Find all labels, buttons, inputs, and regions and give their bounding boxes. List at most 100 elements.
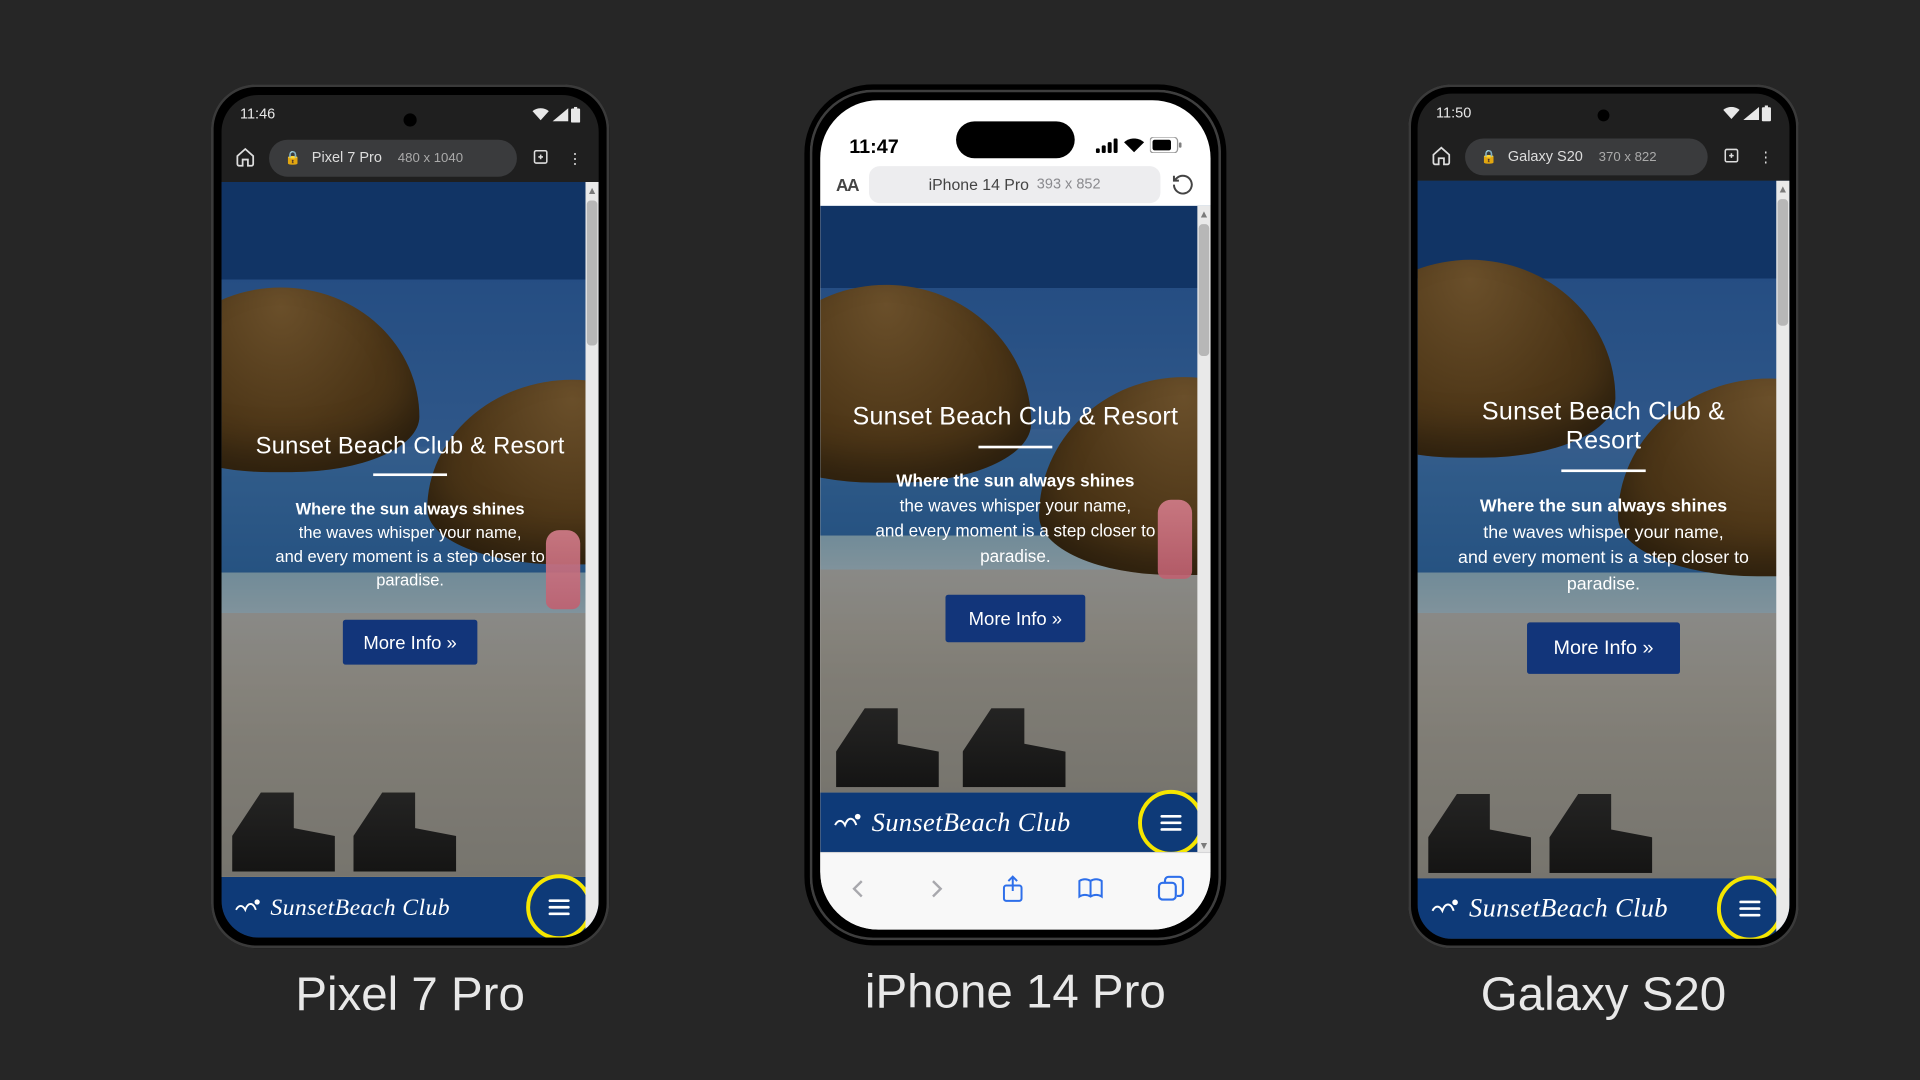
- wifi-icon: [1722, 107, 1740, 120]
- scroll-up-icon[interactable]: ▲: [1197, 206, 1210, 222]
- chair-graphic: [836, 708, 939, 787]
- scrollbar[interactable]: ▲ ▼: [1197, 206, 1210, 853]
- wave-icon: [833, 808, 865, 838]
- cellular-icon: [1743, 107, 1759, 120]
- device-caption: iPhone 14 Pro: [804, 964, 1226, 1019]
- wave-icon: [1431, 893, 1463, 923]
- scroll-up-icon[interactable]: ▲: [1776, 181, 1789, 197]
- reload-icon[interactable]: [1171, 173, 1195, 197]
- share-icon[interactable]: [1000, 874, 1026, 910]
- web-viewport[interactable]: Sunset Beach Club & Resort Where the sun…: [820, 206, 1210, 853]
- scroll-thumb[interactable]: [1199, 224, 1210, 356]
- scroll-down-icon[interactable]: ▼: [1197, 837, 1210, 853]
- device-frame: 11:50 🔒 Galaxy S20 370 x 822: [1408, 84, 1798, 948]
- site-logo[interactable]: SunsetBeach Club: [1431, 893, 1668, 923]
- web-viewport[interactable]: Sunset Beach Club & Resort Where the sun…: [1418, 181, 1790, 939]
- hero-section: Sunset Beach Club & Resort Where the sun…: [1418, 181, 1790, 879]
- hamburger-menu-button[interactable]: [1724, 882, 1777, 935]
- wifi-icon: [531, 108, 549, 121]
- front-camera-icon: [1598, 109, 1610, 121]
- hero-divider: [373, 473, 447, 476]
- battery-icon: [1762, 105, 1771, 121]
- hero-section: Sunset Beach Club & Resort Where the sun…: [820, 206, 1210, 793]
- web-viewport[interactable]: Sunset Beach Club & Resort Where the sun…: [222, 182, 599, 938]
- status-time: 11:46: [240, 107, 275, 123]
- hero-text: Sunset Beach Club & Resort Where the sun…: [222, 433, 599, 664]
- forward-icon[interactable]: [923, 875, 949, 908]
- address-text: iPhone 14 Pro: [929, 175, 1029, 193]
- web-page: Sunset Beach Club & Resort Where the sun…: [222, 182, 599, 938]
- device-frame: 11:46 🔒 Pixel 7 Pro 480 x 1040: [211, 84, 609, 948]
- scroll-thumb[interactable]: [1778, 199, 1789, 326]
- chair-graphic: [232, 793, 335, 872]
- site-bottom-bar: SunsetBeach Club: [1418, 878, 1790, 939]
- battery-icon: [1150, 136, 1182, 158]
- address-text: Pixel 7 Pro: [312, 150, 382, 166]
- device-screen: 11:47 AA iPhone 14 Pro 393 x 852: [820, 100, 1210, 929]
- cellular-icon: [1096, 136, 1118, 158]
- hero-tagline: Where the sun always shines the waves wh…: [245, 497, 575, 593]
- site-logo[interactable]: SunsetBeach Club: [235, 893, 450, 921]
- logo-text: SunsetBeach Club: [270, 893, 450, 921]
- text-size-icon[interactable]: AA: [836, 175, 858, 195]
- site-bottom-bar: SunsetBeach Club: [222, 877, 599, 938]
- menu-button-wrap: [533, 881, 586, 934]
- hero-title: Sunset Beach Club & Resort: [844, 404, 1187, 433]
- address-field[interactable]: 🔒 Galaxy S20 370 x 822: [1465, 138, 1708, 175]
- scroll-down-icon[interactable]: ▼: [585, 922, 598, 938]
- scroll-down-icon[interactable]: ▼: [1776, 923, 1789, 939]
- device-frame: 11:47 AA iPhone 14 Pro 393 x 852: [804, 84, 1226, 945]
- menu-button-wrap: [1145, 796, 1198, 849]
- web-page: Sunset Beach Club & Resort Where the sun…: [1418, 181, 1790, 939]
- status-icons: [531, 107, 580, 123]
- device-screen: 11:50 🔒 Galaxy S20 370 x 822: [1418, 94, 1790, 939]
- tabs-icon[interactable]: [1156, 875, 1185, 908]
- hero-title: Sunset Beach Club & Resort: [1441, 398, 1765, 456]
- hamburger-menu-button[interactable]: [1145, 796, 1198, 849]
- scrollbar[interactable]: ▲ ▼: [1776, 181, 1789, 939]
- chrome-url-bar: 🔒 Galaxy S20 370 x 822 ⋮: [1418, 133, 1790, 180]
- new-tab-icon[interactable]: [1721, 146, 1742, 168]
- lock-icon: 🔒: [1481, 150, 1497, 165]
- address-dimensions: 480 x 1040: [398, 151, 463, 166]
- front-camera-icon: [404, 113, 417, 126]
- battery-icon: [571, 107, 580, 123]
- home-icon[interactable]: [1431, 144, 1452, 169]
- hero-divider: [1561, 469, 1645, 472]
- device-pixel7pro: 11:46 🔒 Pixel 7 Pro 480 x 1040: [211, 84, 609, 1022]
- kebab-menu-icon[interactable]: ⋮: [564, 150, 585, 167]
- chair-graphic: [1428, 794, 1531, 873]
- new-tab-icon[interactable]: [530, 147, 551, 169]
- hero-tagline: Where the sun always shines the waves wh…: [844, 469, 1187, 568]
- home-icon[interactable]: [235, 146, 256, 171]
- hero-text: Sunset Beach Club & Resort Where the sun…: [1418, 398, 1790, 674]
- bookmarks-icon[interactable]: [1077, 875, 1106, 908]
- web-page: Sunset Beach Club & Resort Where the sun…: [820, 206, 1210, 853]
- more-info-button[interactable]: More Info »: [945, 595, 1086, 642]
- safari-url-bar: AA iPhone 14 Pro 393 x 852: [820, 161, 1210, 208]
- site-logo[interactable]: SunsetBeach Club: [833, 808, 1070, 838]
- status-time: 11:47: [849, 136, 899, 158]
- hamburger-menu-button[interactable]: [533, 881, 586, 934]
- status-icons: [1096, 136, 1182, 158]
- status-time: 11:50: [1436, 105, 1471, 121]
- comparison-stage: 11:46 🔒 Pixel 7 Pro 480 x 1040: [0, 0, 1920, 1076]
- more-info-button[interactable]: More Info »: [1527, 623, 1680, 674]
- back-icon[interactable]: [846, 875, 872, 908]
- lock-icon: 🔒: [285, 151, 301, 166]
- kebab-menu-icon[interactable]: ⋮: [1755, 148, 1776, 165]
- hero-section: Sunset Beach Club & Resort Where the sun…: [222, 182, 599, 877]
- scroll-thumb[interactable]: [587, 200, 598, 345]
- device-galaxys20: 11:50 🔒 Galaxy S20 370 x 822: [1408, 84, 1798, 1022]
- address-field[interactable]: iPhone 14 Pro 393 x 852: [869, 166, 1161, 203]
- device-iphone14pro: 11:47 AA iPhone 14 Pro 393 x 852: [804, 84, 1226, 1019]
- site-bottom-bar: SunsetBeach Club: [820, 793, 1210, 854]
- cellular-icon: [553, 108, 569, 121]
- scroll-up-icon[interactable]: ▲: [585, 182, 598, 198]
- more-info-button[interactable]: More Info »: [342, 619, 478, 664]
- scrollbar[interactable]: ▲ ▼: [585, 182, 598, 938]
- address-field[interactable]: 🔒 Pixel 7 Pro 480 x 1040: [269, 140, 517, 177]
- address-dimensions: 370 x 822: [1599, 150, 1657, 165]
- logo-text: SunsetBeach Club: [872, 808, 1071, 838]
- hero-tagline: Where the sun always shines the waves wh…: [1441, 493, 1765, 596]
